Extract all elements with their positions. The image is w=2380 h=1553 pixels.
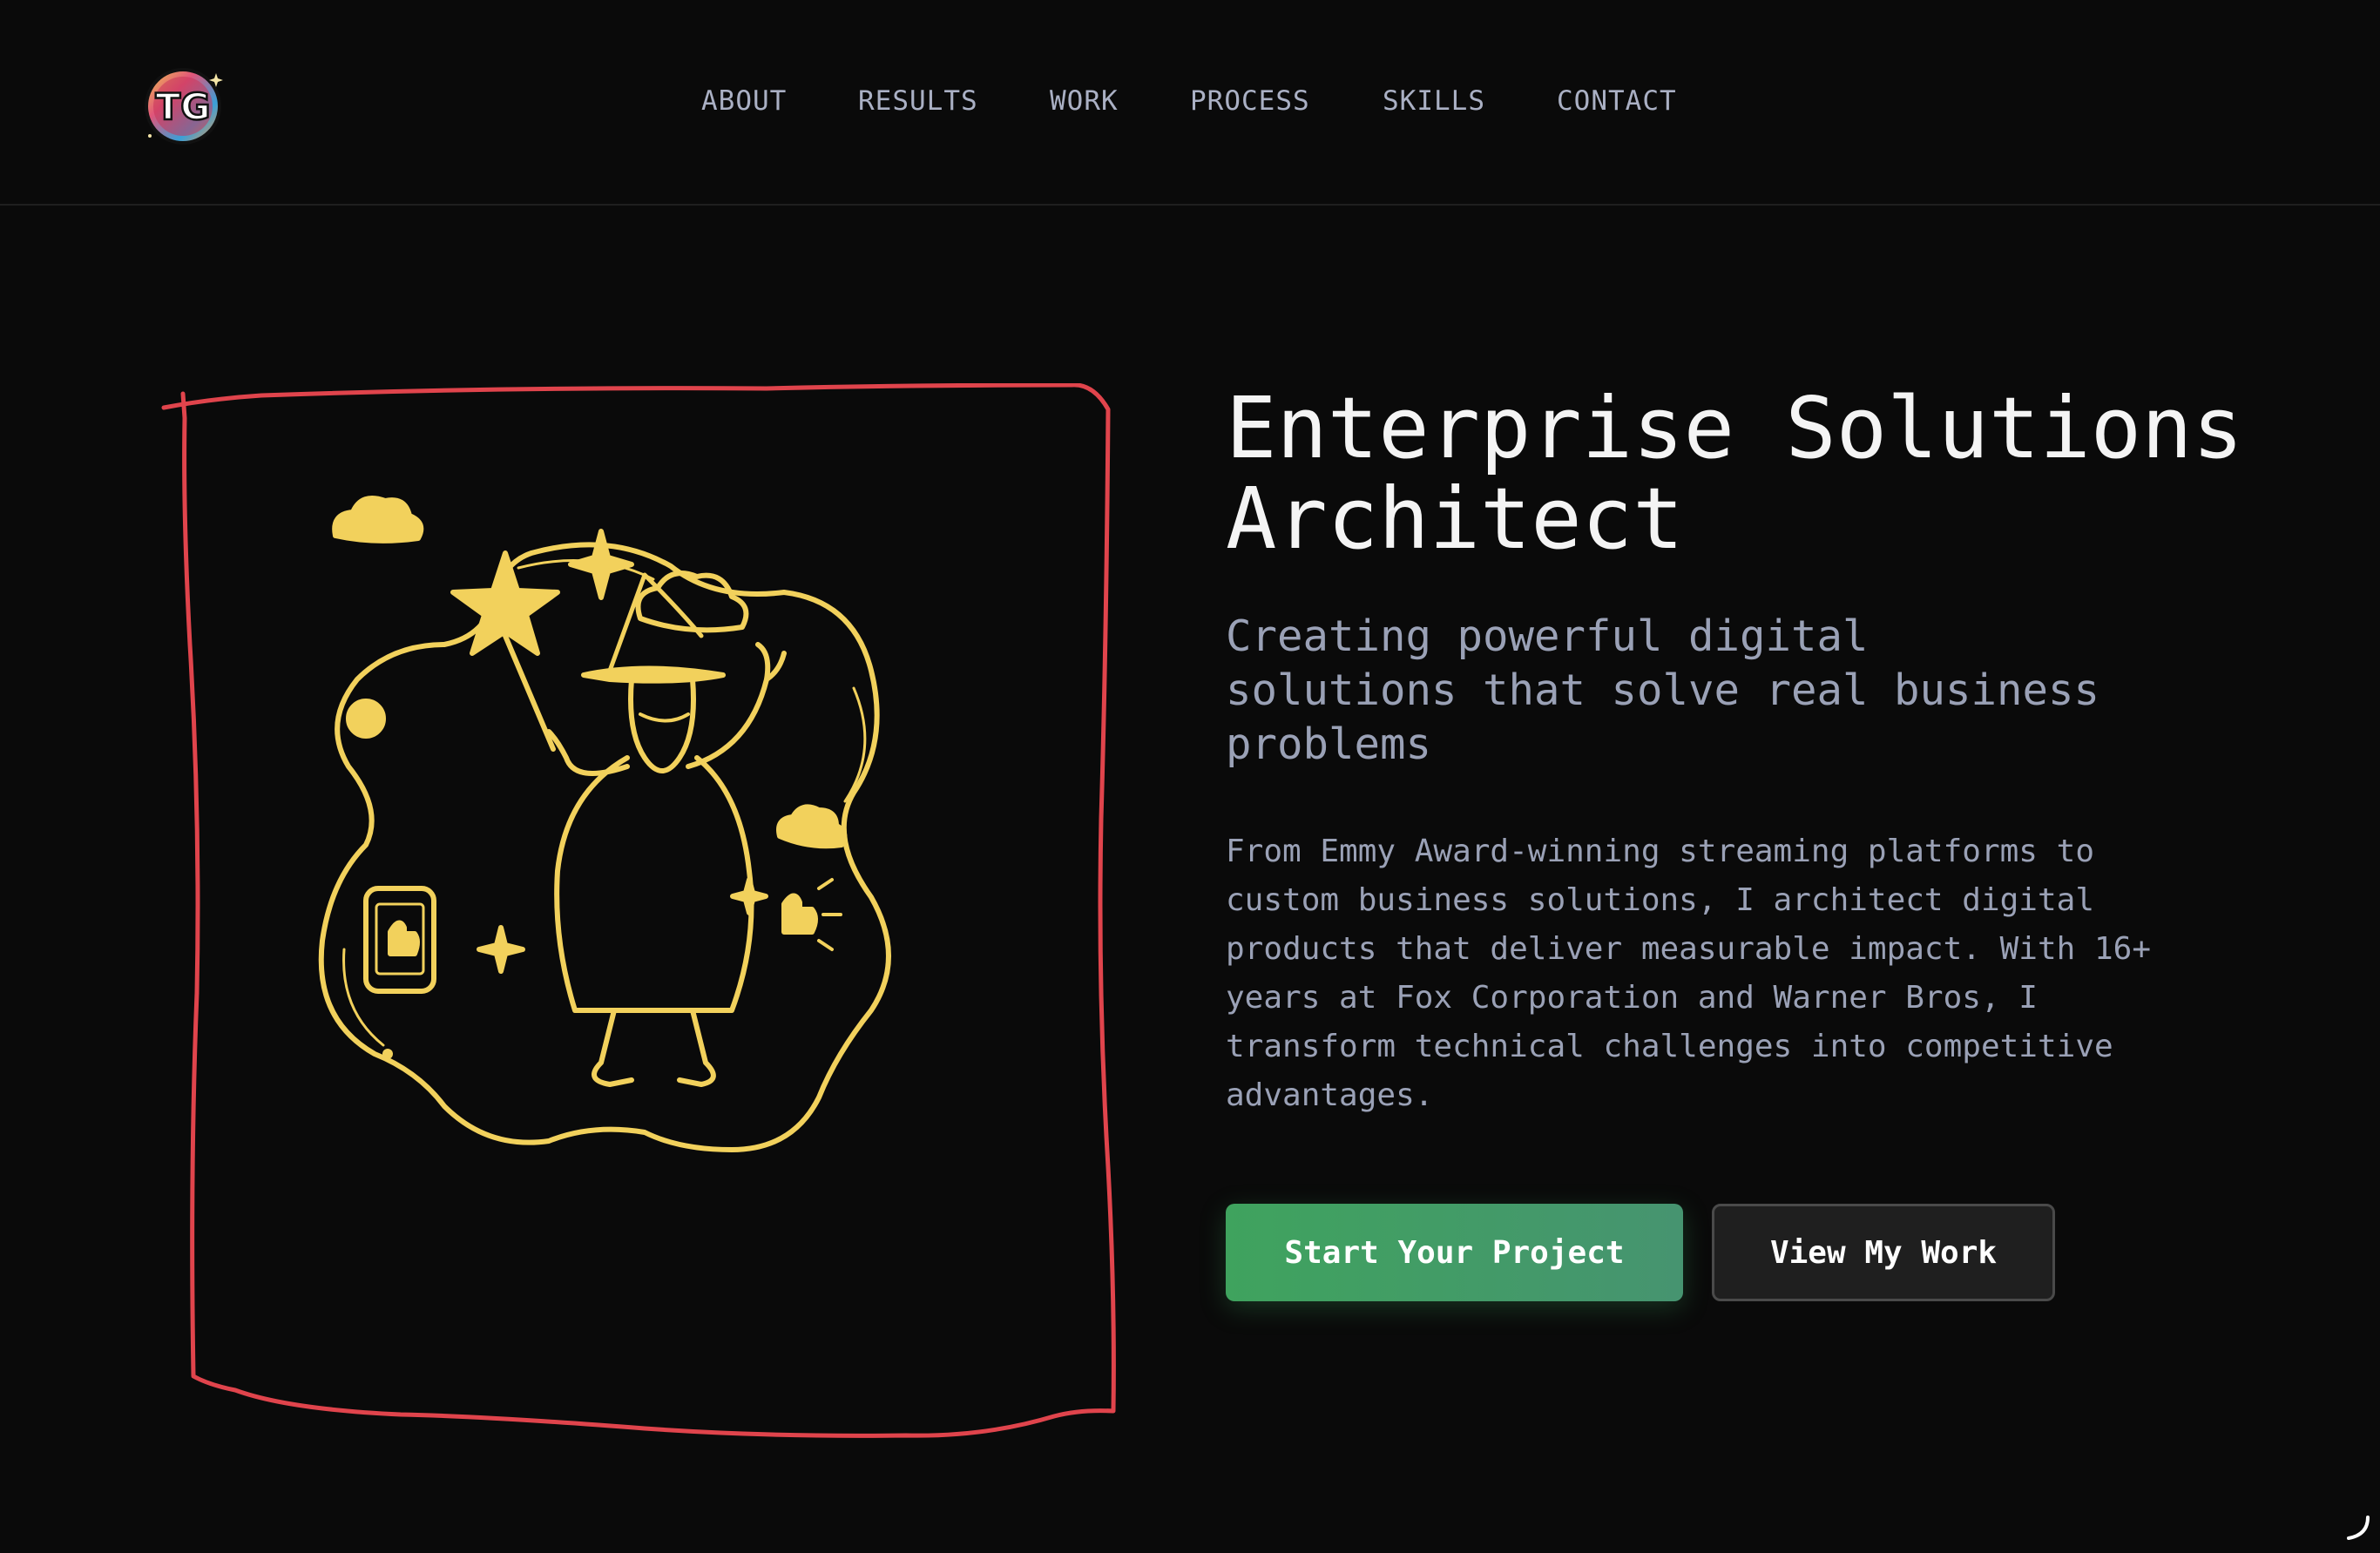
- nav-work[interactable]: WORK: [1050, 85, 1119, 117]
- view-work-button[interactable]: View My Work: [1712, 1204, 2055, 1301]
- nav-about[interactable]: ABOUT: [701, 85, 787, 117]
- nav-skills[interactable]: SKILLS: [1383, 85, 1485, 117]
- hero-description-line: advantages.: [1226, 1077, 1434, 1113]
- hero-subtitle: Creating powerful digital solutions that…: [1226, 610, 2184, 772]
- hero-subtitle-line: Creating powerful digital: [1226, 611, 1869, 661]
- hero-description-line: custom business solutions, I architect d…: [1226, 882, 2094, 918]
- nav-results[interactable]: RESULTS: [858, 85, 978, 117]
- nav-contact[interactable]: CONTACT: [1557, 85, 1677, 117]
- hand-drawn-frame: [161, 383, 1116, 1438]
- hero-description: From Emmy Award-winning streaming platfo…: [1226, 827, 2228, 1120]
- start-project-button[interactable]: Start Your Project: [1226, 1204, 1683, 1301]
- page: TG ABOUT RESULTS WORK PROCESS SKILLS CON…: [0, 0, 2380, 1553]
- wizard-illustration: [161, 383, 1116, 1438]
- hero-title: Enterprise Solutions Architect: [1226, 379, 2243, 568]
- site-header: TG ABOUT RESULTS WORK PROCESS SKILLS CON…: [0, 0, 2380, 206]
- hero-description-line: products that deliver measurable impact.…: [1226, 931, 2152, 967]
- hero-subtitle-line: problems: [1226, 719, 1432, 769]
- hero-subtitle-line: solutions that solve real business: [1226, 665, 2100, 715]
- nav-process[interactable]: PROCESS: [1190, 85, 1310, 117]
- hero-description-line: From Emmy Award-winning streaming platfo…: [1226, 834, 2094, 869]
- hero-description-line: years at Fox Corporation and Warner Bros…: [1226, 980, 2038, 1016]
- loading-spinner-icon: [2347, 1516, 2370, 1540]
- hero-description-line: transform technical challenges into comp…: [1226, 1029, 2113, 1064]
- main-nav: ABOUT RESULTS WORK PROCESS SKILLS CONTAC…: [0, 85, 2380, 124]
- hero-title-line: Architect: [1226, 469, 1684, 568]
- hero-title-line: Enterprise Solutions: [1226, 379, 2243, 477]
